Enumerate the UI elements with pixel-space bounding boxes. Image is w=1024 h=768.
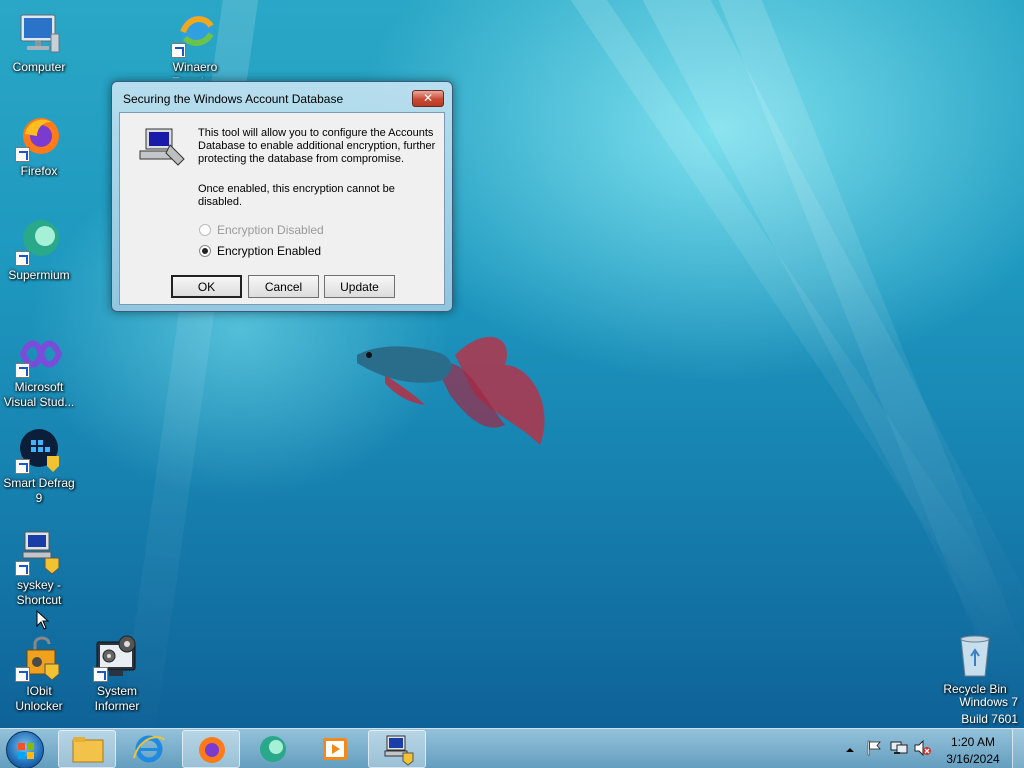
radio-button[interactable] xyxy=(199,245,211,257)
syskey-icon xyxy=(15,528,63,576)
recycle-bin-icon xyxy=(951,632,999,680)
internet-explorer-icon xyxy=(133,735,165,763)
radio-encryption-disabled[interactable]: Encryption Disabled xyxy=(199,223,324,237)
radio-button[interactable] xyxy=(199,224,211,236)
desktop-icon-label: Winaero Tweaker xyxy=(172,60,218,78)
system-informer-icon xyxy=(93,634,141,682)
radio-label: Encryption Disabled xyxy=(217,223,324,237)
desktop-icon-syskey[interactable]: syskey - Shortcut xyxy=(1,528,77,608)
desktop-icon-winaero-tweaker[interactable]: Winaero Tweaker xyxy=(157,10,233,78)
media-player-icon xyxy=(323,738,347,760)
clock-date: 3/16/2024 xyxy=(946,752,1000,766)
tray-show-hidden-icon[interactable] xyxy=(844,743,856,755)
iobit-unlocker-icon xyxy=(15,634,63,682)
firefox-icon xyxy=(15,114,63,162)
start-button[interactable] xyxy=(6,731,44,768)
desktop-icon-firefox[interactable]: Firefox xyxy=(1,114,77,179)
shortcut-arrow-icon xyxy=(15,363,30,378)
syskey-dialog: Securing the Windows Account Database ✕ … xyxy=(111,81,453,312)
update-button[interactable]: Update xyxy=(324,275,395,298)
taskbar-media-player[interactable] xyxy=(306,730,364,768)
action-center-flag-icon[interactable] xyxy=(866,740,882,761)
taskbar: 1:20 AM 3/16/2024 xyxy=(0,728,1024,768)
radio-label: Encryption Enabled xyxy=(217,244,322,258)
close-icon: ✕ xyxy=(422,91,434,105)
cancel-button[interactable]: Cancel xyxy=(248,275,319,298)
volume-muted-icon[interactable] xyxy=(914,739,932,761)
taskbar-internet-explorer[interactable] xyxy=(120,730,178,768)
network-icon[interactable] xyxy=(890,740,908,761)
dialog-warning: Once enabled, this encryption cannot be … xyxy=(198,183,395,208)
ok-button[interactable]: OK xyxy=(171,275,242,298)
shortcut-arrow-icon xyxy=(15,667,30,682)
supermium-icon xyxy=(15,218,63,266)
show-desktop-button[interactable] xyxy=(1012,729,1024,768)
radio-encryption-enabled[interactable]: Encryption Enabled xyxy=(199,244,321,258)
desktop-icon-recycle-bin[interactable]: Recycle Bin xyxy=(937,632,1013,697)
desktop-icon-iobit-unlocker[interactable]: IObit Unlocker xyxy=(1,634,77,714)
shortcut-arrow-icon xyxy=(93,667,108,682)
taskbar-syskey[interactable] xyxy=(368,730,426,768)
desktop-icon-label: Smart Defrag 9 xyxy=(3,476,75,505)
shortcut-arrow-icon xyxy=(15,251,30,266)
smart-defrag-icon xyxy=(15,426,63,474)
shortcut-arrow-icon xyxy=(171,43,186,58)
desktop-icon-label: Supermium xyxy=(8,268,70,282)
desktop-icon-supermium[interactable]: Supermium xyxy=(1,218,77,283)
betta-fish-wallpaper xyxy=(355,325,555,465)
syskey-computer-icon xyxy=(136,127,186,167)
desktop-icon-system-informer[interactable]: System Informer xyxy=(79,634,155,714)
close-button[interactable]: ✕ xyxy=(412,90,444,107)
watermark-line: Build 7601 xyxy=(961,712,1018,726)
supermium-icon xyxy=(260,736,286,762)
clock-time: 1:20 AM xyxy=(950,735,996,749)
computer-icon xyxy=(15,10,63,58)
taskbar-supermium[interactable] xyxy=(244,730,302,768)
desktop-icon-visual-studio[interactable]: Microsoft Visual Stud... xyxy=(1,330,77,410)
desktop-icon-label: Computer xyxy=(12,60,66,74)
shortcut-arrow-icon xyxy=(15,147,30,162)
windows-version-watermark: Windows 7 Build 7601 xyxy=(959,695,1018,726)
taskbar-firefox[interactable] xyxy=(182,730,240,768)
mouse-cursor xyxy=(36,609,50,635)
dialog-description: This tool will allow you to configure th… xyxy=(198,127,436,165)
desktop-icon-label: IObit Unlocker xyxy=(15,684,63,713)
desktop-icon-computer[interactable]: Computer xyxy=(1,10,77,75)
taskbar-clock[interactable]: 1:20 AM 3/16/2024 xyxy=(934,734,1012,768)
firefox-icon xyxy=(199,737,225,763)
desktop-icon-label: syskey - Shortcut xyxy=(16,578,62,607)
dialog-title: Securing the Windows Account Database xyxy=(123,92,344,106)
visual-studio-icon xyxy=(15,330,63,378)
desktop-icon-label: Microsoft Visual Stud... xyxy=(3,380,75,409)
desktop-icon-smart-defrag[interactable]: Smart Defrag 9 xyxy=(1,426,77,506)
shortcut-arrow-icon xyxy=(15,459,30,474)
watermark-line: Windows 7 xyxy=(959,695,1018,709)
windows-logo-icon xyxy=(18,743,34,759)
dialog-body: This tool will allow you to configure th… xyxy=(119,112,445,305)
desktop-icon-label: Firefox xyxy=(20,164,58,178)
winaero-tweaker-icon xyxy=(171,10,219,58)
desktop-icon-label: System Informer xyxy=(94,684,140,713)
folder-icon xyxy=(72,737,104,763)
taskbar-explorer[interactable] xyxy=(58,730,116,768)
shortcut-arrow-icon xyxy=(15,561,30,576)
syskey-icon xyxy=(384,735,414,766)
